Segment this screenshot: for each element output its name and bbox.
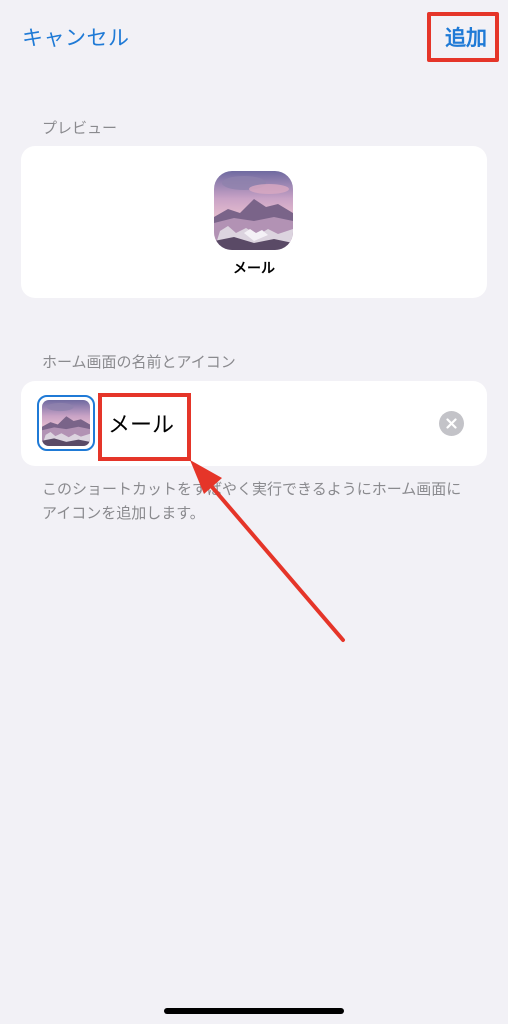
preview-icon-name: メール [233, 261, 275, 277]
home-indicator [164, 1008, 344, 1014]
preview-section-label: プレビュー [42, 119, 118, 137]
add-button[interactable]: 追加 [445, 22, 487, 52]
landscape-thumbnail-small-icon [42, 400, 90, 446]
clear-x-icon [446, 418, 457, 429]
clear-text-button[interactable] [439, 411, 464, 436]
cancel-button[interactable]: キャンセル [22, 22, 130, 52]
landscape-thumbnail-icon [214, 171, 293, 250]
shortcut-name-input[interactable] [108, 404, 428, 442]
home-screen-section-label: ホーム画面の名前とアイコン [42, 353, 236, 371]
footnote-text: このショートカットをすばやく実行できるようにホーム画面にアイコンを追加します。 [42, 480, 462, 522]
